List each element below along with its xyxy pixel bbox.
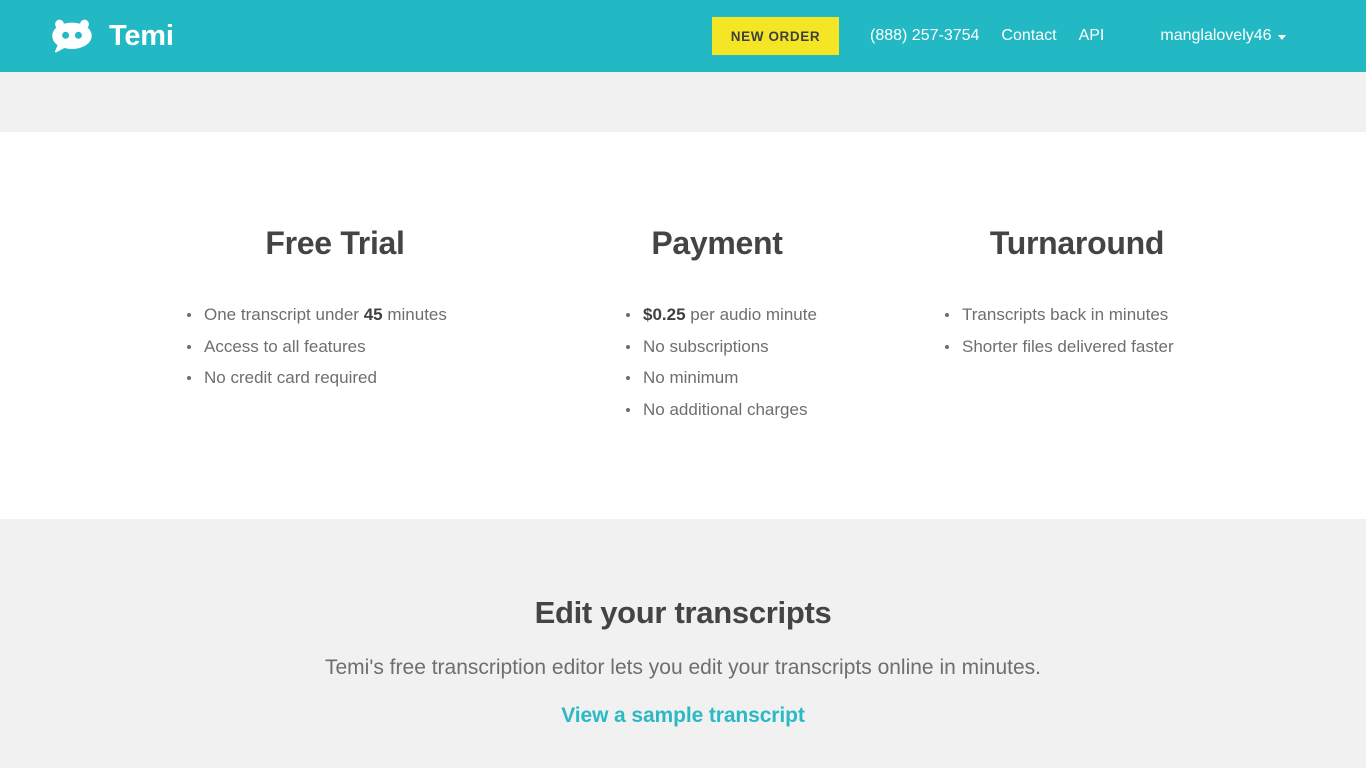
list-item: Transcripts back in minutes bbox=[945, 306, 1257, 323]
features-section: Free Trial One transcript under 45 minut… bbox=[0, 132, 1366, 519]
feature-column-title: Turnaround bbox=[989, 225, 1165, 261]
editor-promo-section: Edit your transcripts Temi's free transc… bbox=[0, 519, 1366, 768]
secondary-bar bbox=[0, 72, 1366, 132]
feature-column-free-trial: Free Trial One transcript under 45 minut… bbox=[155, 132, 515, 401]
feature-column-payment: Payment $0.25 per audio minute No subscr… bbox=[537, 132, 897, 432]
feature-column-turnaround: Turnaround Transcripts back in minutes S… bbox=[897, 132, 1257, 369]
list-item: Access to all features bbox=[187, 338, 515, 355]
nav-links-group: NEW ORDER (888) 257-3754 Contact API man… bbox=[712, 0, 1286, 72]
promo-title: Edit your transcripts bbox=[534, 595, 832, 630]
feature-list: Transcripts back in minutes Shorter file… bbox=[897, 262, 1257, 355]
brand-name: Temi bbox=[109, 19, 174, 52]
feature-column-title: Payment bbox=[651, 225, 783, 261]
list-item: $0.25 per audio minute bbox=[626, 306, 897, 323]
list-item: No additional charges bbox=[626, 401, 897, 418]
chevron-down-icon bbox=[1277, 34, 1286, 40]
view-sample-transcript-link[interactable]: View a sample transcript bbox=[561, 704, 805, 728]
top-navigation-bar: Temi NEW ORDER (888) 257-3754 Contact AP… bbox=[0, 0, 1366, 72]
nav-item-api[interactable]: API bbox=[1079, 28, 1105, 44]
list-item: One transcript under 45 minutes bbox=[187, 306, 515, 323]
list-item: No credit card required bbox=[187, 369, 515, 386]
nav-item-contact[interactable]: Contact bbox=[1001, 28, 1056, 44]
list-item: No subscriptions bbox=[626, 338, 897, 355]
temi-robot-logo-icon bbox=[48, 19, 96, 53]
user-account-menu[interactable]: manglalovely46 bbox=[1160, 27, 1286, 44]
list-item: Shorter files delivered faster bbox=[945, 338, 1257, 355]
phone-number-link[interactable]: (888) 257-3754 bbox=[870, 28, 979, 44]
feature-column-title: Free Trial bbox=[265, 225, 405, 261]
promo-link-wrapper: View a sample transcript bbox=[0, 678, 1366, 728]
new-order-button[interactable]: NEW ORDER bbox=[712, 17, 839, 55]
feature-list: $0.25 per audio minute No subscriptions … bbox=[537, 262, 897, 418]
username-label: manglalovely46 bbox=[1160, 27, 1272, 44]
promo-subtitle: Temi's free transcription editor lets yo… bbox=[325, 656, 1041, 679]
list-item: No minimum bbox=[626, 369, 897, 386]
feature-list: One transcript under 45 minutes Access t… bbox=[155, 262, 515, 386]
brand-home-link[interactable]: Temi bbox=[48, 19, 174, 53]
